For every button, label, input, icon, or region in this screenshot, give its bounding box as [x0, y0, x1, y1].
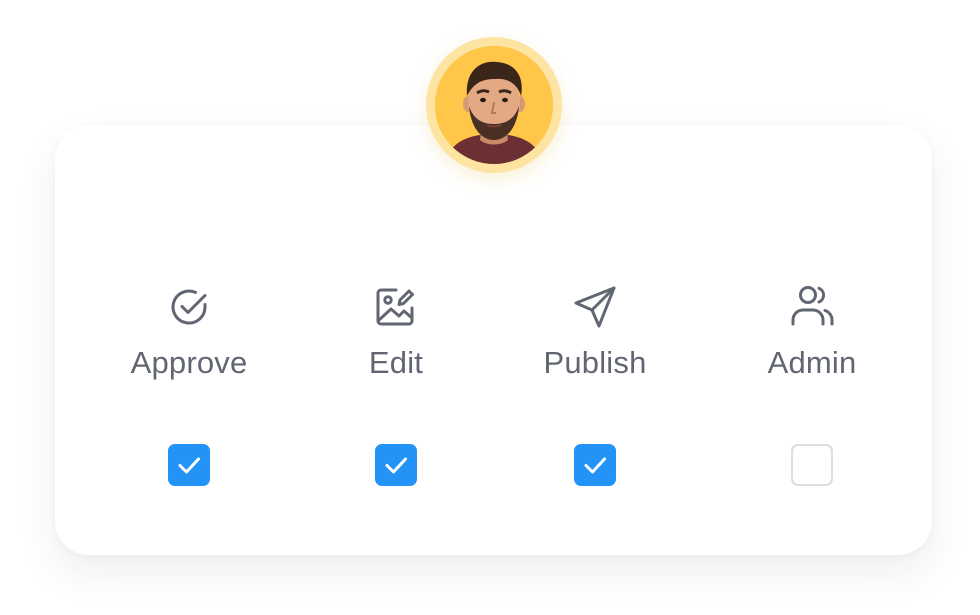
- permission-approve: Approve: [84, 0, 294, 615]
- users-icon: [788, 283, 836, 331]
- checkmark-icon: [385, 457, 407, 474]
- permission-label-publish: Publish: [543, 345, 647, 380]
- publish-checkbox[interactable]: [574, 444, 616, 486]
- approve-checkbox[interactable]: [168, 444, 210, 486]
- send-icon: [571, 283, 619, 331]
- image-edit-icon: [372, 283, 420, 331]
- permission-label-edit: Edit: [368, 345, 424, 380]
- checkmark-icon: [178, 457, 200, 474]
- permission-edit: Edit: [291, 0, 501, 615]
- permission-admin: Admin: [707, 0, 917, 615]
- permissions-panel: Approve Edit Publish Admin: [0, 0, 980, 615]
- permission-label-admin: Admin: [767, 345, 857, 380]
- check-circle-icon: [165, 283, 213, 331]
- edit-checkbox[interactable]: [375, 444, 417, 486]
- checkmark-icon: [584, 457, 606, 474]
- permission-publish: Publish: [490, 0, 700, 615]
- admin-checkbox[interactable]: [791, 444, 833, 486]
- permission-label-approve: Approve: [130, 345, 248, 380]
